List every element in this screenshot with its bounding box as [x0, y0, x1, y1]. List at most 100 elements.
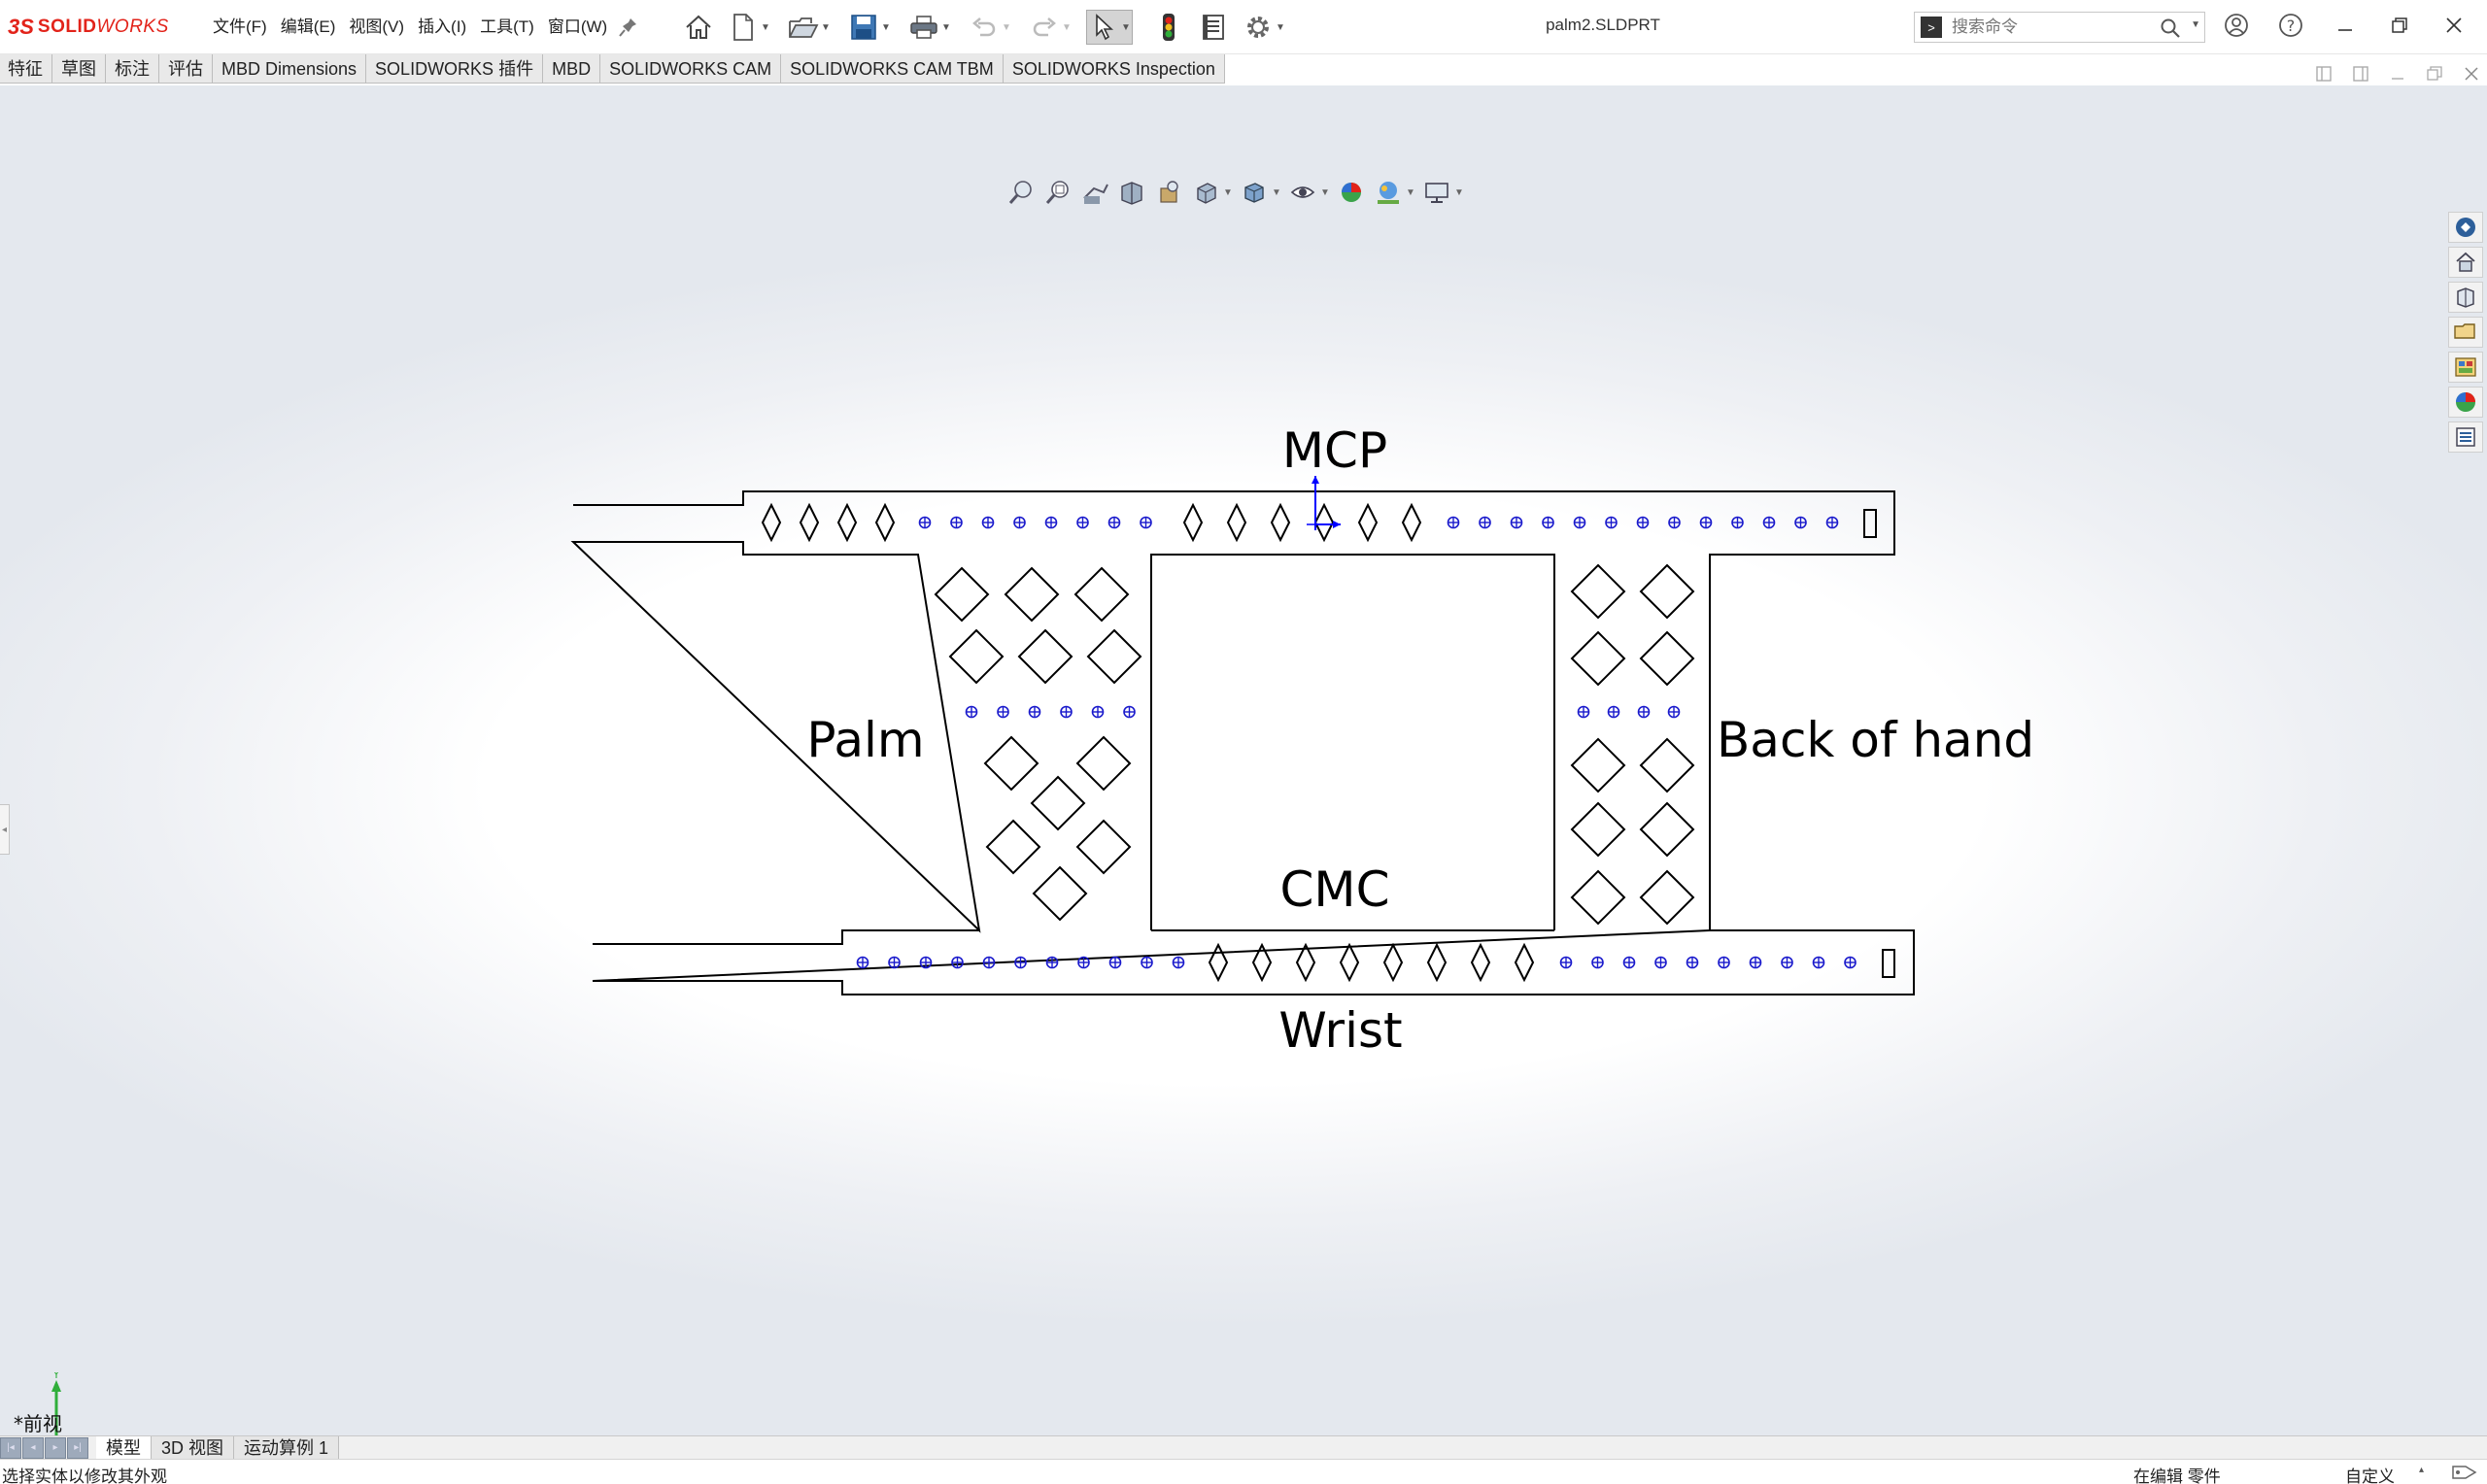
square-diamond-cutout[interactable]: [983, 735, 1039, 792]
sketch-point[interactable]: [1044, 516, 1058, 529]
square-diamond-cutout[interactable]: [1570, 630, 1626, 687]
sketch-point[interactable]: [1140, 516, 1152, 529]
sketch-point[interactable]: [1731, 516, 1744, 529]
sketch-point[interactable]: [1510, 516, 1523, 529]
tall-diamond-cutout[interactable]: [1295, 942, 1316, 983]
search-icon[interactable]: [2160, 17, 2181, 39]
square-diamond-cutout[interactable]: [934, 566, 990, 623]
sketch-point[interactable]: [1045, 956, 1059, 969]
tall-diamond-cutout[interactable]: [1226, 502, 1247, 543]
menu-insert[interactable]: 插入(I): [411, 16, 473, 39]
sketch-point[interactable]: [1825, 516, 1839, 529]
doc-restore-button[interactable]: [2419, 60, 2450, 87]
tall-diamond-cutout[interactable]: [1401, 502, 1422, 543]
sketch-point[interactable]: [1559, 956, 1573, 969]
sketch-point[interactable]: [1762, 516, 1776, 529]
tall-diamond-cutout[interactable]: [1357, 502, 1379, 543]
square-diamond-cutout[interactable]: [985, 819, 1041, 875]
tab-evaluate[interactable]: 评估: [159, 54, 213, 84]
tab-mbd-dimensions[interactable]: MBD Dimensions: [213, 54, 367, 84]
sketch-point[interactable]: [1591, 956, 1604, 969]
search-commands-box[interactable]: > ▼: [1914, 12, 2205, 43]
sketch-point[interactable]: [997, 705, 1009, 719]
tall-diamond-cutout[interactable]: [1339, 942, 1360, 983]
square-diamond-cutout[interactable]: [1075, 819, 1132, 875]
sketch-point[interactable]: [1605, 516, 1618, 529]
options-button[interactable]: ▼: [1242, 10, 1286, 45]
help-button[interactable]: ?: [2271, 10, 2310, 45]
sketch-point[interactable]: [1060, 705, 1073, 719]
tab-features[interactable]: 特征: [0, 54, 52, 84]
sketch-point[interactable]: [1844, 956, 1857, 969]
chevron-up-icon[interactable]: ▴: [2419, 1465, 2424, 1475]
rebuild-button[interactable]: [1152, 10, 1185, 45]
square-diamond-cutout[interactable]: [1639, 801, 1695, 858]
sketch-point[interactable]: [1014, 956, 1027, 969]
label-wrist[interactable]: Wrist: [1278, 1002, 1402, 1059]
tall-diamond-cutout[interactable]: [1382, 942, 1404, 983]
tall-diamond-cutout[interactable]: [1182, 502, 1204, 543]
sketch-point[interactable]: [1577, 705, 1590, 719]
label-cmc[interactable]: CMC: [1280, 861, 1390, 918]
solidworks-logo[interactable]: 3S SOLIDWORKS: [8, 12, 169, 43]
sketch-point[interactable]: [856, 956, 869, 969]
sketch-point[interactable]: [1123, 705, 1136, 719]
chevron-down-icon[interactable]: ▼: [1275, 22, 1286, 33]
chevron-down-icon[interactable]: ▼: [820, 22, 832, 33]
account-button[interactable]: [2217, 10, 2256, 45]
tab-solidworks-inspection[interactable]: SOLIDWORKS Inspection: [1003, 54, 1225, 84]
graphics-area[interactable]: ▼ ▼ ▼ ▼ ▼ ◂ MCP Palm CMC Back of hand Wr…: [0, 85, 2487, 1449]
sketch-point[interactable]: [951, 956, 964, 969]
sketch-outline[interactable]: [570, 490, 1915, 995]
tab-sketch[interactable]: 草图: [52, 54, 106, 84]
menu-window[interactable]: 窗口(W): [541, 16, 614, 39]
sketch-point[interactable]: [918, 516, 932, 529]
sketch-point[interactable]: [982, 956, 996, 969]
label-mcp[interactable]: MCP: [1282, 422, 1387, 479]
pin-menu-icon[interactable]: [618, 16, 639, 39]
sketch-point[interactable]: [1667, 705, 1681, 719]
redo-button[interactable]: ▼: [1028, 10, 1073, 45]
sketch-point[interactable]: [1718, 956, 1730, 969]
sketch-point[interactable]: [965, 705, 978, 719]
sketch-point[interactable]: [1781, 956, 1793, 969]
square-diamond-cutout[interactable]: [1570, 801, 1626, 858]
tall-diamond-cutout[interactable]: [1270, 502, 1291, 543]
sketch-point[interactable]: [1108, 956, 1122, 969]
chevron-down-icon[interactable]: ▼: [1061, 22, 1073, 33]
tall-diamond-cutout[interactable]: [799, 502, 820, 543]
first-tab-arrow-icon[interactable]: |◂: [0, 1436, 21, 1459]
tall-diamond-cutout[interactable]: [874, 502, 896, 543]
square-diamond-cutout[interactable]: [1639, 563, 1695, 620]
sketch-point[interactable]: [1749, 956, 1762, 969]
sketch-point[interactable]: [1622, 956, 1636, 969]
menu-tools[interactable]: 工具(T): [473, 16, 541, 39]
restore-button[interactable]: [2380, 10, 2419, 45]
square-diamond-cutout[interactable]: [1570, 869, 1626, 926]
square-diamond-cutout[interactable]: [1639, 869, 1695, 926]
sketch-point[interactable]: [1077, 956, 1090, 969]
sketch-point[interactable]: [1447, 516, 1460, 529]
sketch-point[interactable]: [1141, 956, 1153, 969]
menu-edit[interactable]: 编辑(E): [274, 16, 343, 39]
tall-diamond-cutout[interactable]: [761, 502, 782, 543]
tall-diamond-cutout[interactable]: [836, 502, 858, 543]
tall-diamond-cutout[interactable]: [1208, 942, 1229, 983]
sketch-point[interactable]: [1668, 516, 1681, 529]
square-diamond-cutout[interactable]: [1570, 563, 1626, 620]
tag-icon[interactable]: [2450, 1463, 2479, 1482]
sketch-point[interactable]: [1028, 705, 1041, 719]
file-properties-button[interactable]: [1197, 10, 1230, 45]
sketch-origin-icon[interactable]: [1307, 476, 1341, 530]
sketch-point[interactable]: [1699, 516, 1713, 529]
label-back-of-hand[interactable]: Back of hand: [1717, 712, 2034, 768]
square-diamond-cutout[interactable]: [1639, 737, 1695, 793]
sketch-point[interactable]: [1542, 516, 1554, 529]
sketch-point[interactable]: [1573, 516, 1586, 529]
tab-markup[interactable]: 标注: [106, 54, 159, 84]
chevron-down-icon[interactable]: ▼: [940, 22, 952, 33]
sketch-point[interactable]: [1013, 516, 1026, 529]
square-diamond-cutout[interactable]: [1639, 630, 1695, 687]
square-diamond-cutout[interactable]: [1075, 735, 1132, 792]
square-diamond-cutout[interactable]: [1004, 566, 1060, 623]
